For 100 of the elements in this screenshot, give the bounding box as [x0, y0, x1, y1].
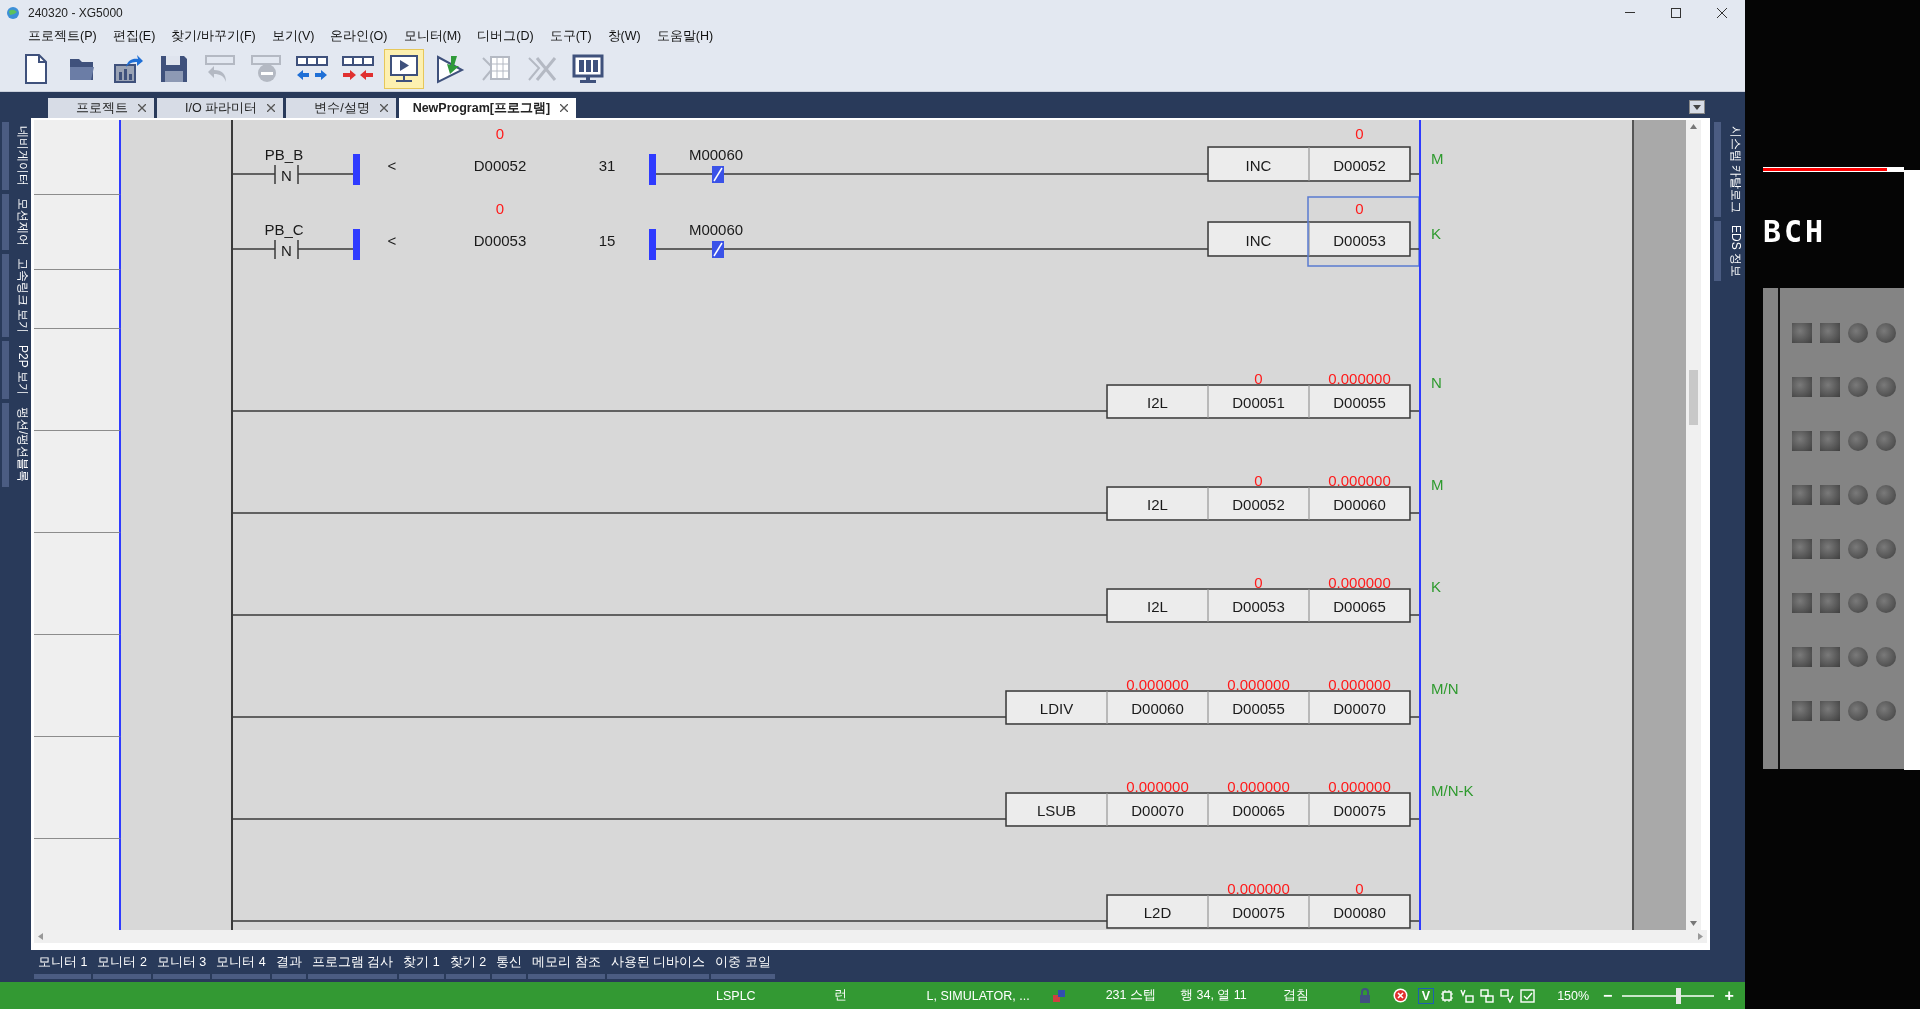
menu-item[interactable]: 창(W) [599, 25, 649, 47]
wire [1409, 920, 1420, 922]
device-address[interactable]: D00052 [1333, 156, 1386, 174]
document-tab[interactable]: 프로젝트 [48, 98, 154, 118]
connection-info: L, SIMULATOR, ... [926, 988, 1030, 1003]
device-address[interactable]: D00051 [1232, 394, 1285, 411]
slider-thumb[interactable] [1675, 987, 1681, 1004]
menu-item[interactable]: 보기(V) [263, 25, 323, 47]
instruction-name[interactable]: INC [1245, 231, 1272, 249]
close-icon[interactable] [379, 104, 388, 112]
document-tab[interactable]: 변수/설명 [286, 98, 396, 118]
device-address[interactable]: D00055 [1333, 394, 1386, 411]
run-mode: 런 [833, 987, 847, 1004]
device-address[interactable]: D00052 [1232, 496, 1285, 513]
closed-contact[interactable] [706, 166, 730, 183]
device-address[interactable]: D00070 [1131, 802, 1184, 819]
instruction-name[interactable]: I2L [1147, 496, 1168, 513]
ladder-cell[interactable] [1108, 590, 1207, 621]
ladder-cell[interactable] [1209, 488, 1308, 519]
device-address[interactable]: D00053 [1232, 598, 1285, 615]
closed-contact[interactable] [706, 241, 730, 258]
ladder-cell[interactable] [1310, 148, 1409, 180]
minus-icon [250, 54, 282, 84]
ladder-cell[interactable] [1209, 223, 1308, 255]
menu-item[interactable]: 프로젝트(P) [20, 25, 105, 47]
close-icon[interactable] [138, 104, 146, 112]
app-icon [6, 5, 20, 20]
instruction-name[interactable]: INC [1245, 156, 1272, 174]
instruction-name[interactable]: L2D [1143, 904, 1172, 921]
instruction-name[interactable]: I2L [1147, 598, 1168, 615]
menu-item[interactable]: 도움말(H) [648, 25, 722, 47]
device-address[interactable]: D00060 [1333, 496, 1386, 513]
rung-comment: K [1431, 224, 1441, 242]
menu-item[interactable]: 디버그(D) [469, 25, 542, 47]
ladder-cell[interactable] [1209, 386, 1308, 417]
current-value: 0 [1254, 471, 1263, 489]
instruction-name[interactable]: I2L [1147, 394, 1168, 411]
ladder-cell[interactable] [1209, 692, 1308, 723]
current-value: 0.000000 [1328, 369, 1391, 387]
ladder-cell[interactable] [1108, 794, 1207, 825]
check-icon [1500, 988, 1515, 1003]
ladder-cell[interactable] [1108, 386, 1207, 417]
selected-cell[interactable] [1307, 196, 1420, 267]
close-icon[interactable] [560, 104, 569, 112]
ladder-cell[interactable] [1310, 488, 1409, 519]
wire [309, 248, 354, 250]
compare-bar [353, 154, 360, 185]
contact[interactable] [262, 239, 311, 260]
device-address[interactable]: D00075 [1333, 802, 1386, 819]
scroll-thumb[interactable] [1689, 370, 1698, 425]
close-icon[interactable] [267, 104, 276, 112]
ladder-cell[interactable] [1310, 692, 1409, 723]
device-address[interactable]: D00055 [1232, 700, 1285, 717]
minimize-icon [1625, 11, 1635, 14]
zoom-in-button[interactable]: + [1724, 986, 1734, 1005]
device-address[interactable]: D00080 [1333, 904, 1386, 921]
wire [1409, 614, 1420, 616]
device-address[interactable]: D00065 [1232, 802, 1285, 819]
ladder-cell[interactable] [1007, 692, 1106, 723]
device-address[interactable]: D00075 [1232, 904, 1285, 921]
device-address[interactable]: D00070 [1333, 700, 1386, 717]
ladder-cell[interactable] [1209, 794, 1308, 825]
ladder-cell[interactable] [1108, 692, 1207, 723]
wire [1409, 716, 1420, 718]
menu-item[interactable]: 도구(T) [541, 25, 600, 47]
compare-constant: 31 [598, 156, 616, 174]
display-icon [572, 54, 604, 84]
instruction-name[interactable]: LSUB [1036, 802, 1077, 819]
scroll-down-icon[interactable] [1690, 921, 1697, 926]
link-icon [1480, 988, 1495, 1003]
contact[interactable] [262, 164, 311, 185]
document-tab[interactable]: NewProgram[프로그램] [398, 98, 577, 118]
device-address[interactable]: D00065 [1333, 598, 1386, 615]
instruction-name[interactable]: LDIV [1039, 700, 1074, 717]
ladder-cell[interactable] [1209, 896, 1308, 927]
menu-item[interactable]: 찾기/바꾸기(F) [163, 25, 264, 47]
ladder-cell[interactable] [1007, 794, 1106, 825]
network-icon [1051, 988, 1066, 1003]
menu-item[interactable]: 온라인(O) [322, 25, 396, 47]
ladder-cell[interactable] [1310, 590, 1409, 621]
ladder-cell[interactable] [1310, 794, 1409, 825]
vertical-scrollbar[interactable] [1686, 120, 1701, 930]
maximize-icon [1671, 7, 1681, 18]
document-tab[interactable]: I/O 파라미터 [157, 98, 284, 118]
ladder-cell[interactable] [1310, 386, 1409, 417]
ladder-cell[interactable] [1209, 590, 1308, 621]
ladder-cell[interactable] [1310, 896, 1409, 927]
device-address[interactable]: D00060 [1131, 700, 1184, 717]
dropdown-button[interactable] [1689, 100, 1705, 114]
menu-item[interactable]: 편집(E) [104, 25, 164, 47]
zoom-out-button[interactable]: − [1603, 986, 1613, 1005]
contact-label: PB_B [264, 145, 304, 163]
ladder-cell[interactable] [1108, 488, 1207, 519]
toolbar-button[interactable] [384, 49, 424, 89]
ladder-cell[interactable] [1209, 148, 1308, 180]
compare-operator: < [387, 156, 397, 174]
ladder-cell[interactable] [1108, 896, 1207, 927]
rung-comment: M/N-K [1431, 781, 1474, 799]
menu-item[interactable]: 모니터(M) [395, 25, 470, 47]
scroll-up-icon[interactable] [1690, 124, 1697, 129]
